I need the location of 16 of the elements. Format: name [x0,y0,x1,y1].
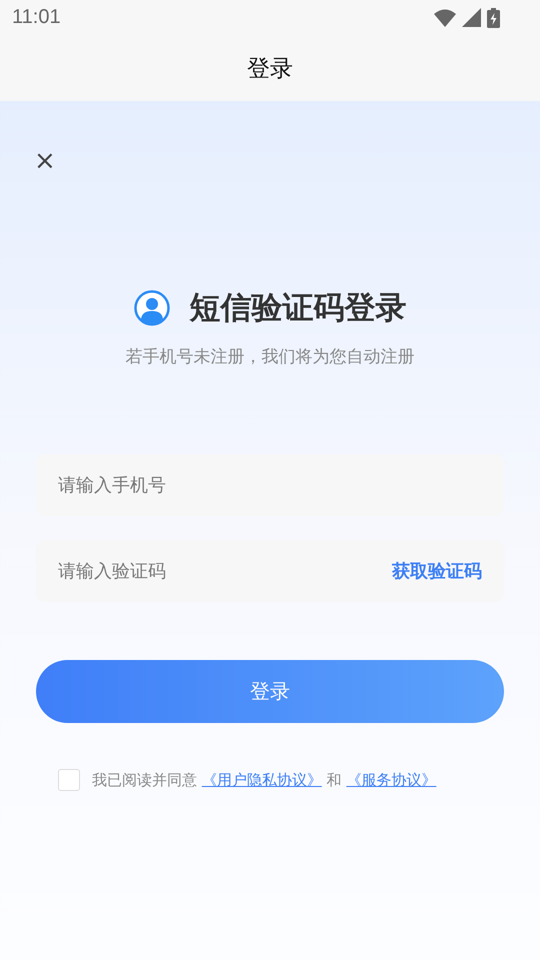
page-title: 登录 [247,54,293,84]
user-icon [134,290,170,326]
login-hint: 若手机号未注册，我们将为您自动注册 [124,346,416,368]
agreement-link[interactable]: 《用户隐私协议》 [202,770,322,788]
wifi-icon [434,8,456,26]
battery-icon [487,8,500,28]
agreement-text: 我已阅读并同意 《用户隐私协议》 和 《服务协议》 [92,770,436,790]
get-code-button[interactable]: 获取验证码 [392,559,482,583]
phone-field[interactable]: 请输入手机号 [36,454,504,516]
close-button[interactable]: × [34,149,56,173]
login-button[interactable]: 登录 [36,660,504,723]
login-heading: 短信验证码登录 [190,289,406,328]
agreement-checkbox[interactable] [58,769,80,791]
signal-icon [462,8,481,27]
agreement-link[interactable]: 《服务协议》 [346,770,436,788]
status-time: 11:01 [12,6,61,29]
